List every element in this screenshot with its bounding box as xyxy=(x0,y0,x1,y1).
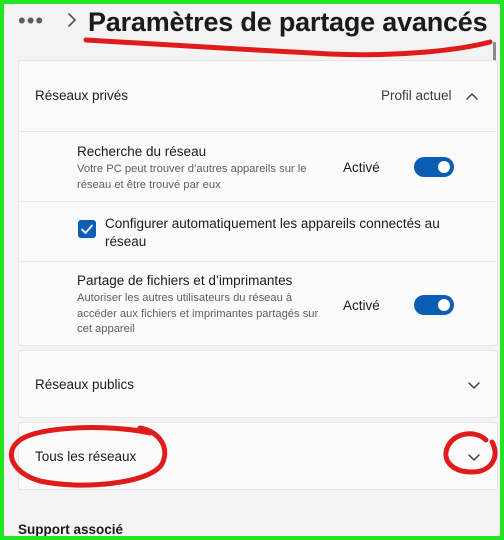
network-discovery-status: Activé xyxy=(343,160,380,175)
more-options-button[interactable]: ••• xyxy=(18,10,44,32)
private-networks-card: Réseaux privés Profil actuel Recherche d… xyxy=(18,60,498,346)
toggle-knob xyxy=(438,161,450,173)
file-printer-sharing-title: Partage de fichiers et d’imprimantes xyxy=(77,273,293,288)
checkmark-icon xyxy=(81,224,93,234)
auto-configure-label[interactable]: Configurer automatiquement les appareils… xyxy=(105,215,465,251)
all-networks-label: Tous les réseaux xyxy=(35,449,137,464)
file-printer-sharing-description: Autoriser les autres utilisateurs du rés… xyxy=(77,292,319,335)
network-discovery-description: Votre PC peut trouver d’autres appareils… xyxy=(77,163,307,191)
file-printer-sharing-row: Partage de fichiers et d’imprimantes Aut… xyxy=(19,262,497,346)
private-networks-header[interactable]: Réseaux privés Profil actuel xyxy=(19,61,497,131)
private-networks-label: Réseaux privés xyxy=(35,88,129,103)
toggle-knob xyxy=(438,299,450,311)
public-networks-label: Réseaux publics xyxy=(35,377,135,392)
current-profile-label: Profil actuel xyxy=(381,88,452,103)
header: ••• Paramètres de partage avancés xyxy=(4,4,500,52)
auto-configure-checkbox[interactable] xyxy=(78,220,96,238)
chevron-right-icon xyxy=(68,13,76,27)
network-discovery-row: Recherche du réseau Votre PC peut trouve… xyxy=(19,132,497,201)
related-support-heading: Support associé xyxy=(18,522,124,536)
chevron-down-icon[interactable] xyxy=(467,453,481,463)
file-printer-sharing-toggle[interactable] xyxy=(414,295,454,315)
settings-window: ••• Paramètres de partage avancés Réseau… xyxy=(4,4,500,536)
all-networks-card[interactable]: Tous les réseaux xyxy=(18,422,498,490)
page-title: Paramètres de partage avancés xyxy=(88,7,488,37)
network-discovery-toggle[interactable] xyxy=(414,157,454,177)
file-printer-sharing-status: Activé xyxy=(343,298,380,313)
auto-configure-row: Configurer automatiquement les appareils… xyxy=(19,202,497,260)
chevron-down-icon[interactable] xyxy=(467,381,481,391)
chevron-up-icon[interactable] xyxy=(465,91,479,101)
public-networks-card[interactable]: Réseaux publics xyxy=(18,350,498,418)
network-discovery-title: Recherche du réseau xyxy=(77,144,207,159)
